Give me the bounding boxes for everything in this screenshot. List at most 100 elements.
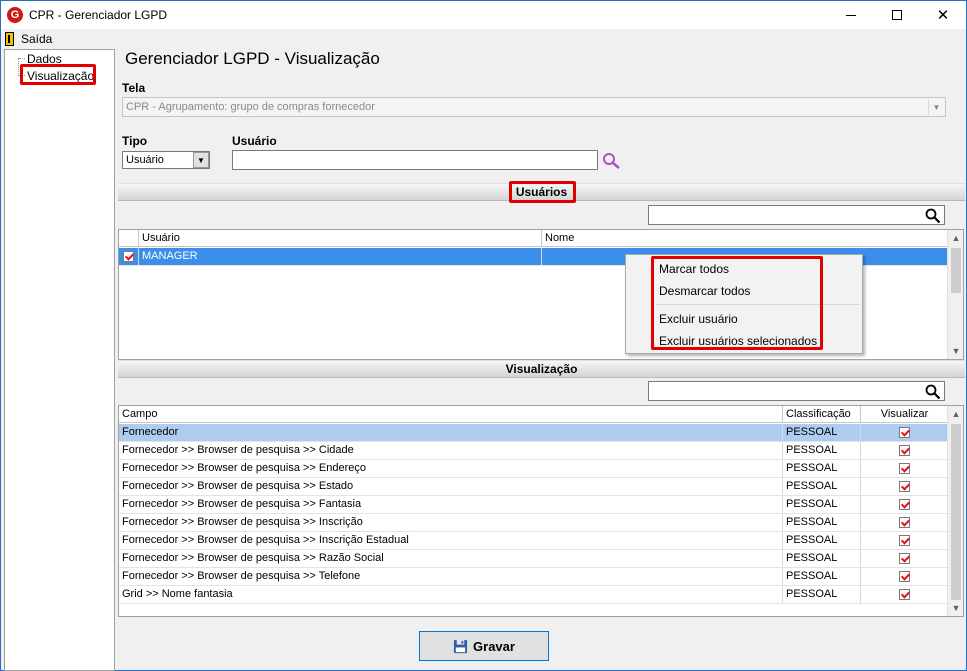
tela-select-value: CPR - Agrupamento: grupo de compras forn…: [126, 101, 375, 113]
menu-item-excluir-usuario[interactable]: Excluir usuário: [659, 312, 738, 326]
checkbox[interactable]: [899, 481, 910, 492]
menu-item-desmarcar-todos[interactable]: Desmarcar todos: [659, 284, 750, 298]
title-bar: G CPR - Gerenciador LGPD ✕: [1, 1, 966, 29]
cell-visualizar[interactable]: [861, 442, 948, 459]
visualizacao-filter-input[interactable]: [648, 381, 945, 401]
table-row[interactable]: Fornecedor >> Browser de pesquisa >> Cid…: [119, 442, 948, 460]
table-row[interactable]: Fornecedor >> Browser de pesquisa >> Est…: [119, 478, 948, 496]
checkbox[interactable]: [899, 571, 910, 582]
table-row[interactable]: Grid >> Nome fantasia PESSOAL: [119, 586, 948, 604]
tipo-select[interactable]: Usuário ▼: [122, 151, 210, 169]
visualizacao-grid: Campo Classificação Visualizar Fornecedo…: [118, 405, 964, 617]
checkbox[interactable]: [899, 517, 910, 528]
column-header-nome[interactable]: Nome: [542, 230, 948, 247]
checkbox[interactable]: [899, 535, 910, 546]
cell-visualizar[interactable]: [861, 496, 948, 513]
cell-campo: Fornecedor >> Browser de pesquisa >> Raz…: [119, 550, 783, 567]
menu-bar: Saída: [1, 29, 966, 48]
save-button-label: Gravar: [473, 638, 515, 654]
cell-classificacao: PESSOAL: [783, 496, 861, 513]
table-row[interactable]: Fornecedor >> Browser de pesquisa >> Raz…: [119, 550, 948, 568]
usuarios-section-header: Usuários: [118, 183, 965, 201]
table-row[interactable]: Fornecedor PESSOAL: [119, 424, 948, 442]
usuarios-filter-input[interactable]: [648, 205, 945, 225]
save-button[interactable]: Gravar: [419, 631, 549, 661]
visualizacao-section-title: Visualização: [505, 362, 578, 376]
checkbox[interactable]: [899, 445, 910, 456]
navigation-tree: Dados Visualização: [4, 49, 115, 671]
column-header-usuario[interactable]: Usuário: [139, 230, 542, 247]
cell-visualizar[interactable]: [861, 550, 948, 567]
maximize-button[interactable]: [874, 1, 920, 29]
cell-classificacao: PESSOAL: [783, 532, 861, 549]
magnifier-icon[interactable]: [925, 208, 941, 224]
search-icon[interactable]: [602, 152, 622, 170]
minimize-icon: [846, 14, 856, 16]
cell-campo: Fornecedor: [119, 424, 783, 441]
cell-classificacao: PESSOAL: [783, 424, 861, 441]
cell-classificacao: PESSOAL: [783, 514, 861, 531]
table-row[interactable]: Fornecedor >> Browser de pesquisa >> Tel…: [119, 568, 948, 586]
column-header-campo[interactable]: Campo: [119, 406, 783, 423]
checkbox[interactable]: [899, 427, 910, 438]
cell-campo: Fornecedor >> Browser de pesquisa >> Est…: [119, 478, 783, 495]
main-panel: Gerenciador LGPD - Visualização Tela CPR…: [117, 49, 966, 671]
checkbox[interactable]: [899, 499, 910, 510]
scroll-down-icon[interactable]: ▼: [948, 343, 963, 359]
scroll-up-icon[interactable]: ▲: [948, 406, 963, 422]
cell-classificacao: PESSOAL: [783, 478, 861, 495]
floppy-disk-icon: [453, 639, 468, 653]
menu-item-excluir-selecionados[interactable]: Excluir usuários selecionados: [659, 334, 817, 348]
row-checkbox-cell[interactable]: [119, 248, 139, 265]
exit-door-icon: [5, 31, 14, 46]
table-row[interactable]: Fornecedor >> Browser de pesquisa >> Fan…: [119, 496, 948, 514]
table-row[interactable]: Fornecedor >> Browser de pesquisa >> End…: [119, 460, 948, 478]
column-header-classificacao[interactable]: Classificação: [783, 406, 861, 423]
tela-select[interactable]: CPR - Agrupamento: grupo de compras forn…: [122, 97, 946, 117]
cell-visualizar[interactable]: [861, 514, 948, 531]
magnifier-icon[interactable]: [925, 384, 941, 400]
table-row[interactable]: Fornecedor >> Browser de pesquisa >> Ins…: [119, 514, 948, 532]
cell-visualizar[interactable]: [861, 424, 948, 441]
close-button[interactable]: ✕: [920, 1, 966, 29]
cell-classificacao: PESSOAL: [783, 442, 861, 459]
close-icon: ✕: [936, 6, 950, 24]
main-window: G CPR - Gerenciador LGPD ✕ Saída Dados V…: [0, 0, 967, 671]
cell-usuario: MANAGER: [139, 248, 542, 265]
cell-visualizar[interactable]: [861, 586, 948, 603]
usuarios-scrollbar[interactable]: ▲ ▼: [947, 230, 963, 359]
cell-visualizar[interactable]: [861, 532, 948, 549]
chevron-down-icon[interactable]: ▼: [928, 99, 944, 115]
minimize-button[interactable]: [828, 1, 874, 29]
usuario-input[interactable]: [232, 150, 598, 170]
menu-item-marcar-todos[interactable]: Marcar todos: [659, 262, 729, 276]
checkbox[interactable]: [123, 251, 134, 262]
tree-connector: [18, 58, 19, 76]
tree-item-dados[interactable]: Dados: [27, 52, 62, 66]
tree-connector: [19, 75, 25, 76]
tipo-label: Tipo: [122, 134, 148, 148]
checkbox[interactable]: [899, 463, 910, 474]
cell-campo: Fornecedor >> Browser de pesquisa >> Ins…: [119, 514, 783, 531]
cell-classificacao: PESSOAL: [783, 568, 861, 585]
scroll-down-icon[interactable]: ▼: [948, 600, 963, 616]
scroll-thumb[interactable]: [951, 248, 961, 293]
page-title: Gerenciador LGPD - Visualização: [125, 49, 380, 68]
cell-visualizar[interactable]: [861, 460, 948, 477]
table-row[interactable]: Fornecedor >> Browser de pesquisa >> Ins…: [119, 532, 948, 550]
cell-visualizar[interactable]: [861, 478, 948, 495]
column-header-visualizar[interactable]: Visualizar: [861, 406, 948, 423]
scroll-thumb[interactable]: [951, 424, 961, 600]
scroll-up-icon[interactable]: ▲: [948, 230, 963, 246]
checkbox[interactable]: [899, 589, 910, 600]
tree-connector: [19, 58, 25, 59]
cell-campo: Fornecedor >> Browser de pesquisa >> End…: [119, 460, 783, 477]
visualizacao-scrollbar[interactable]: ▲ ▼: [947, 406, 963, 616]
checkbox[interactable]: [899, 553, 910, 564]
chevron-down-icon[interactable]: ▼: [193, 152, 209, 168]
menu-exit[interactable]: Saída: [21, 32, 52, 46]
cell-visualizar[interactable]: [861, 568, 948, 585]
usuarios-grid-header: Usuário Nome: [119, 230, 948, 247]
tree-item-visualizacao[interactable]: Visualização: [27, 69, 94, 83]
cell-campo: Grid >> Nome fantasia: [119, 586, 783, 603]
